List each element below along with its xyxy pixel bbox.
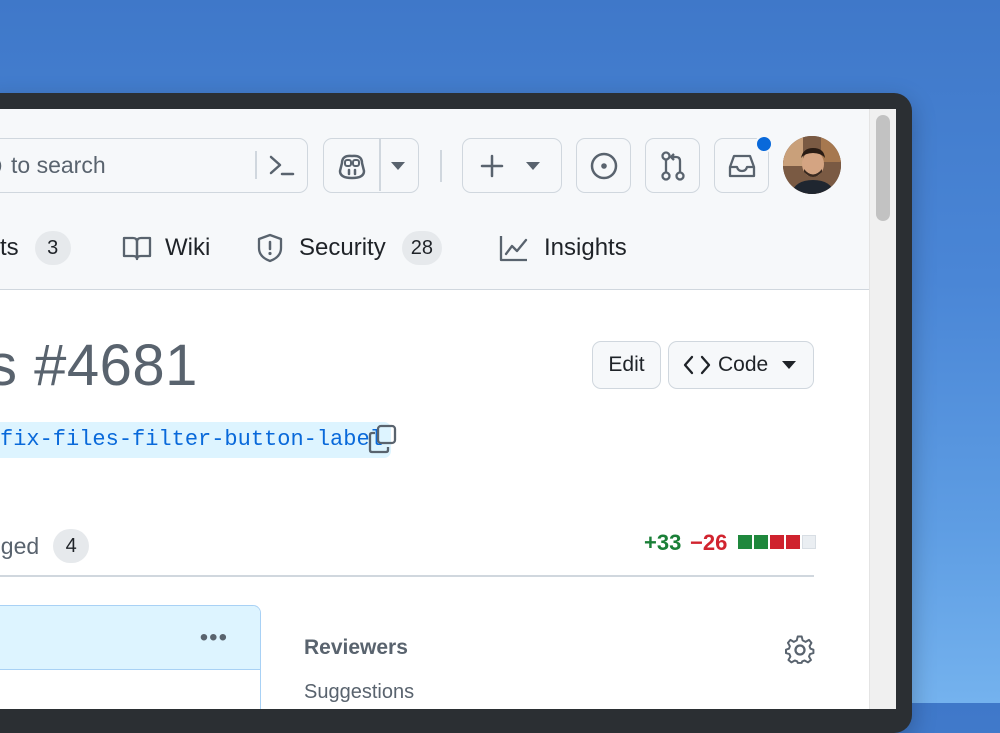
copilot-button[interactable] [323,138,419,193]
tab-files-changed-label: nged [0,532,40,559]
diff-additions: +33 [644,530,682,555]
avatar-image [783,136,841,194]
nav-projects[interactable]: cts 3 [0,230,71,266]
search-icon [0,161,2,171]
reviewer-suggestions-label: Suggestions [304,681,415,703]
inbox-icon [728,154,755,177]
projects-counter: 3 [34,231,71,265]
issue-opened-icon [590,152,617,179]
code-icon [683,355,711,375]
avatar[interactable] [783,136,841,194]
git-pull-request-icon [660,150,685,181]
command-palette-icon[interactable] [267,151,297,179]
tabs-underline [0,575,814,577]
search-input[interactable]: to search [0,138,308,193]
plus-icon [480,154,504,178]
diffstat-bar [738,535,816,549]
create-new-button[interactable] [462,138,562,193]
vertical-scrollbar[interactable] [869,109,896,709]
gear-icon[interactable] [785,635,815,665]
nav-wiki-label: Wiki [165,234,211,261]
issues-button[interactable] [576,138,631,193]
code-button[interactable]: Code [668,341,814,389]
copilot-icon [338,154,366,180]
comment-header: ••• [0,606,260,670]
nav-insights[interactable]: Insights [499,230,627,266]
reviewers-heading[interactable]: Reviewers [304,636,408,660]
search-divider [255,151,257,179]
nav-security[interactable]: Security 28 [256,230,442,266]
tab-files-changed[interactable]: nged 4 [0,529,90,563]
browser-viewport: to search ts 3 Wiki Security 28 Insights… [0,109,896,709]
book-icon [122,236,152,261]
diff-deletions: −26 [690,530,728,555]
edit-button-label: Edit [608,353,645,376]
diffstat-block-add [754,535,768,549]
nav-wiki[interactable]: Wiki [122,230,210,266]
nav-projects-label: cts [0,234,19,261]
diffstat-block-del [770,535,784,549]
scrollbar-thumb[interactable] [876,115,890,221]
notification-indicator [755,135,773,153]
kebab-horizontal-icon[interactable]: ••• [200,624,228,652]
search-placeholder: to search [11,152,106,178]
diffstat-block-neutral [802,535,816,549]
edit-button[interactable]: Edit [592,341,661,389]
chevron-down-icon[interactable] [391,161,405,171]
code-button-label: Code [718,353,769,376]
nav-security-label: Security [299,234,386,261]
timeline-comment-box: ••• [0,605,261,709]
head-branch-label[interactable]: fix-files-filter-button-label [0,422,391,458]
shield-icon [257,233,283,263]
pr-title: s #4681 [0,333,198,398]
chevron-down-icon [526,162,540,170]
button-divider [379,139,381,191]
graph-icon [499,236,528,262]
pull-requests-button[interactable] [645,138,700,193]
security-counter: 28 [401,231,442,265]
repo-header: to search ts 3 Wiki Security 28 Insights [0,109,869,290]
chevron-down-icon [782,361,797,369]
copy-icon[interactable] [368,424,398,454]
toolbar-separator [440,150,442,182]
files-changed-counter: 4 [53,529,90,563]
diffstat-block-del [786,535,800,549]
diffstat-block-add [738,535,752,549]
nav-insights-label: Insights [544,234,627,261]
